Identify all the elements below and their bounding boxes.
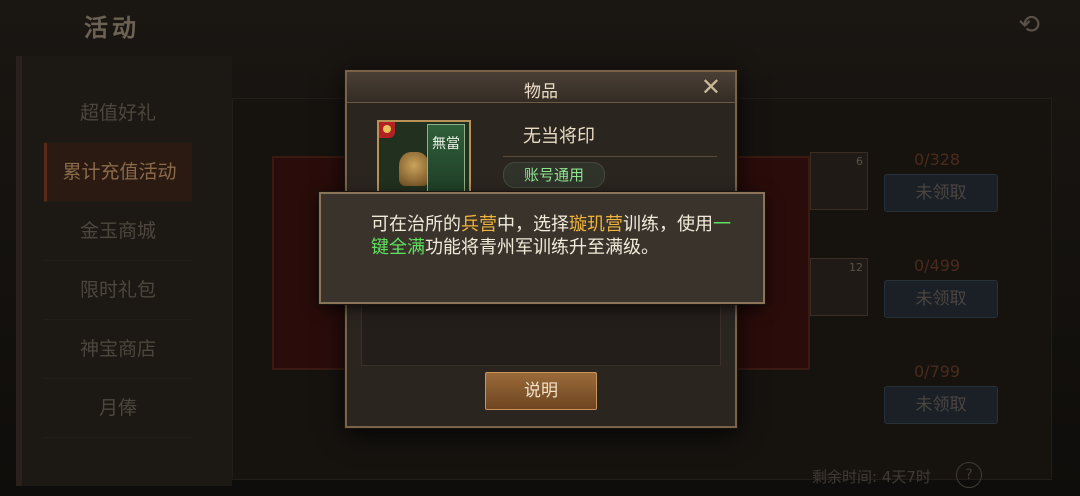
help-icon[interactable]: ? xyxy=(956,462,982,488)
reward-progress: 0/328 xyxy=(914,150,961,169)
reward-row: 6 0/328 未领取 xyxy=(800,150,1010,232)
reward-slot[interactable]: 12 xyxy=(810,258,868,316)
account-tag: 账号通用 xyxy=(503,162,605,188)
tooltip-part: 功能将青州军训练升至满级。 xyxy=(425,237,659,258)
remaining-time: 剩余时间: 4天7时 xyxy=(812,466,931,487)
lion-figure xyxy=(399,152,429,186)
tooltip-text: 可在治所的兵营中，选择璇玑营训练，使用一键全满功能将青州军训练升至满级。 xyxy=(371,213,731,259)
close-icon[interactable]: ✕ xyxy=(701,74,721,100)
sidebar-item-salary[interactable]: 月俸 xyxy=(44,379,192,438)
page-title: 活动 xyxy=(84,14,140,42)
sidebar-item-recharge[interactable]: 累计充值活动 xyxy=(44,143,192,202)
banner-text: 無當 xyxy=(432,136,460,152)
reward-slot[interactable]: 6 xyxy=(810,152,868,210)
item-name: 无当将印 xyxy=(523,126,595,147)
explain-button[interactable]: 说明 xyxy=(485,372,597,410)
claim-button[interactable]: 未领取 xyxy=(884,280,998,318)
remaining-value: 4天7时 xyxy=(881,468,931,486)
reward-row: 0/799 未领取 xyxy=(800,362,1010,444)
back-arrow-icon[interactable]: ⟲ xyxy=(1018,10,1040,40)
info-tooltip: 可在治所的兵营中，选择璇玑营训练，使用一键全满功能将青州军训练升至满级。 xyxy=(319,192,765,304)
tooltip-highlight-barracks: 兵营 xyxy=(461,214,497,235)
tooltip-part: 训练，使用 xyxy=(623,214,713,235)
sidebar: 超值好礼 累计充值活动 金玉商城 限时礼包 神宝商店 月俸 xyxy=(44,84,192,438)
sidebar-item-shop[interactable]: 金玉商城 xyxy=(44,202,192,261)
reward-row: 12 0/499 未领取 xyxy=(800,256,1010,338)
tooltip-part: 中，选择 xyxy=(497,214,569,235)
reward-count: 6 xyxy=(856,155,863,168)
sidebar-item-treasure-store[interactable]: 神宝商店 xyxy=(44,320,192,379)
claim-button[interactable]: 未领取 xyxy=(884,174,998,212)
claim-button[interactable]: 未领取 xyxy=(884,386,998,424)
sidebar-item-value-gift[interactable]: 超值好礼 xyxy=(44,84,192,143)
seal-item-icon: 無當 xyxy=(377,120,471,198)
dialog-header: 物品 ✕ xyxy=(347,72,735,103)
reward-progress: 0/499 xyxy=(914,256,961,275)
remaining-label: 剩余时间: xyxy=(812,468,878,486)
reward-count: 12 xyxy=(849,261,863,274)
banner-flag: 無當 xyxy=(427,124,465,192)
tooltip-highlight-camp: 璇玑营 xyxy=(569,214,623,235)
divider xyxy=(503,156,717,157)
reward-progress: 0/799 xyxy=(914,362,961,381)
quality-badge xyxy=(379,122,395,138)
tooltip-part: 可在治所的 xyxy=(371,214,461,235)
dialog-title: 物品 xyxy=(524,82,558,102)
sidebar-item-limited-pack[interactable]: 限时礼包 xyxy=(44,261,192,320)
